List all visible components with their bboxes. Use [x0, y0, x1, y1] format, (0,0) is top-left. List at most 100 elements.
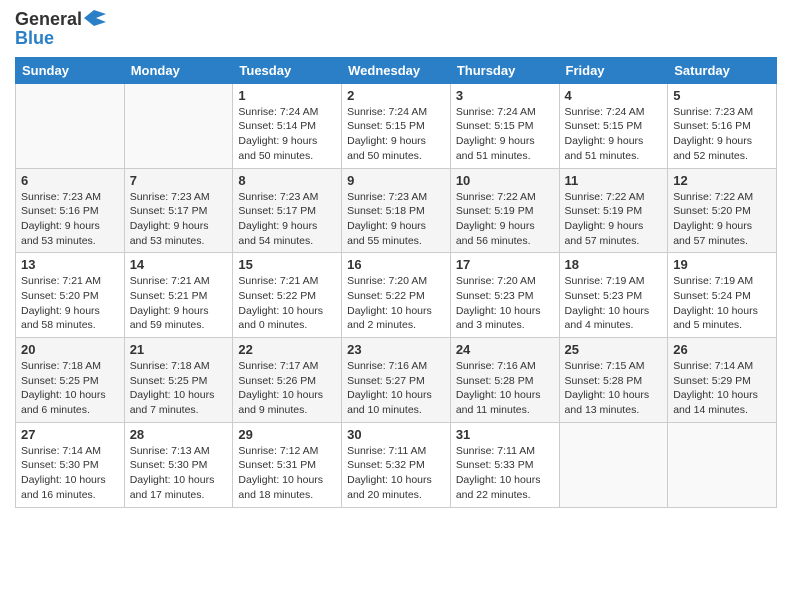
day-number: 17: [456, 257, 554, 272]
calendar-cell: 3 Sunrise: 7:24 AM Sunset: 5:15 PM Daylig…: [450, 83, 559, 168]
page-header: General Blue: [15, 10, 777, 49]
day-info: Sunrise: 7:16 AM Sunset: 5:27 PM Dayligh…: [347, 359, 445, 418]
day-info: Sunrise: 7:13 AM Sunset: 5:30 PM Dayligh…: [130, 444, 228, 503]
day-number: 5: [673, 88, 771, 103]
day-info: Sunrise: 7:18 AM Sunset: 5:25 PM Dayligh…: [21, 359, 119, 418]
day-info: Sunrise: 7:24 AM Sunset: 5:15 PM Dayligh…: [347, 105, 445, 164]
calendar-header-row: SundayMondayTuesdayWednesdayThursdayFrid…: [16, 57, 777, 83]
day-number: 16: [347, 257, 445, 272]
day-info: Sunrise: 7:19 AM Sunset: 5:23 PM Dayligh…: [565, 274, 663, 333]
day-number: 2: [347, 88, 445, 103]
day-number: 26: [673, 342, 771, 357]
day-number: 1: [238, 88, 336, 103]
calendar-cell: 8 Sunrise: 7:23 AM Sunset: 5:17 PM Daylig…: [233, 168, 342, 253]
calendar-week-5: 27 Sunrise: 7:14 AM Sunset: 5:30 PM Dayli…: [16, 422, 777, 507]
day-info: Sunrise: 7:23 AM Sunset: 5:18 PM Dayligh…: [347, 190, 445, 249]
logo-text: General: [15, 10, 82, 30]
day-number: 11: [565, 173, 663, 188]
day-number: 27: [21, 427, 119, 442]
calendar-cell: 12 Sunrise: 7:22 AM Sunset: 5:20 PM Dayli…: [668, 168, 777, 253]
day-info: Sunrise: 7:24 AM Sunset: 5:14 PM Dayligh…: [238, 105, 336, 164]
day-info: Sunrise: 7:22 AM Sunset: 5:19 PM Dayligh…: [565, 190, 663, 249]
page-container: General Blue SundayMondayTuesdayWednesda…: [0, 0, 792, 518]
calendar-cell: 1 Sunrise: 7:24 AM Sunset: 5:14 PM Daylig…: [233, 83, 342, 168]
day-number: 23: [347, 342, 445, 357]
day-info: Sunrise: 7:16 AM Sunset: 5:28 PM Dayligh…: [456, 359, 554, 418]
calendar-cell: 29Sunrise: 7:12 AM Sunset: 5:31 PM Dayli…: [233, 422, 342, 507]
day-number: 7: [130, 173, 228, 188]
day-info: Sunrise: 7:21 AM Sunset: 5:22 PM Dayligh…: [238, 274, 336, 333]
calendar-cell: 2 Sunrise: 7:24 AM Sunset: 5:15 PM Daylig…: [342, 83, 451, 168]
calendar-cell: 21Sunrise: 7:18 AM Sunset: 5:25 PM Dayli…: [124, 338, 233, 423]
day-info: Sunrise: 7:23 AM Sunset: 5:17 PM Dayligh…: [130, 190, 228, 249]
day-info: Sunrise: 7:20 AM Sunset: 5:22 PM Dayligh…: [347, 274, 445, 333]
day-info: Sunrise: 7:23 AM Sunset: 5:17 PM Dayligh…: [238, 190, 336, 249]
calendar-cell: [124, 83, 233, 168]
day-info: Sunrise: 7:23 AM Sunset: 5:16 PM Dayligh…: [673, 105, 771, 164]
calendar-cell: 28 Sunrise: 7:13 AM Sunset: 5:30 PM Dayli…: [124, 422, 233, 507]
weekday-header-saturday: Saturday: [668, 57, 777, 83]
calendar-cell: 30Sunrise: 7:11 AM Sunset: 5:32 PM Dayli…: [342, 422, 451, 507]
day-number: 4: [565, 88, 663, 103]
calendar-cell: 20 Sunrise: 7:18 AM Sunset: 5:25 PM Dayli…: [16, 338, 125, 423]
calendar-cell: 26 Sunrise: 7:14 AM Sunset: 5:29 PM Dayli…: [668, 338, 777, 423]
day-number: 22: [238, 342, 336, 357]
calendar-cell: 18 Sunrise: 7:19 AM Sunset: 5:23 PM Dayli…: [559, 253, 668, 338]
day-number: 14: [130, 257, 228, 272]
weekday-header-friday: Friday: [559, 57, 668, 83]
day-info: Sunrise: 7:21 AM Sunset: 5:21 PM Dayligh…: [130, 274, 228, 333]
day-number: 8: [238, 173, 336, 188]
calendar-cell: 16 Sunrise: 7:20 AM Sunset: 5:22 PM Dayli…: [342, 253, 451, 338]
day-info: Sunrise: 7:18 AM Sunset: 5:25 PM Dayligh…: [130, 359, 228, 418]
calendar-cell: 9 Sunrise: 7:23 AM Sunset: 5:18 PM Daylig…: [342, 168, 451, 253]
calendar-week-1: 1 Sunrise: 7:24 AM Sunset: 5:14 PM Daylig…: [16, 83, 777, 168]
calendar-table: SundayMondayTuesdayWednesdayThursdayFrid…: [15, 57, 777, 508]
calendar-cell: 4Sunrise: 7:24 AM Sunset: 5:15 PM Daylig…: [559, 83, 668, 168]
logo-bird-icon: [84, 10, 106, 26]
day-number: 20: [21, 342, 119, 357]
logo-blue: Blue: [15, 28, 106, 49]
calendar-cell: [559, 422, 668, 507]
day-number: 19: [673, 257, 771, 272]
day-number: 9: [347, 173, 445, 188]
day-info: Sunrise: 7:22 AM Sunset: 5:19 PM Dayligh…: [456, 190, 554, 249]
calendar-cell: 15 Sunrise: 7:21 AM Sunset: 5:22 PM Dayli…: [233, 253, 342, 338]
day-number: 10: [456, 173, 554, 188]
day-number: 18: [565, 257, 663, 272]
day-info: Sunrise: 7:14 AM Sunset: 5:30 PM Dayligh…: [21, 444, 119, 503]
calendar-cell: 13 Sunrise: 7:21 AM Sunset: 5:20 PM Dayli…: [16, 253, 125, 338]
calendar-cell: 27 Sunrise: 7:14 AM Sunset: 5:30 PM Dayli…: [16, 422, 125, 507]
calendar-cell: 7 Sunrise: 7:23 AM Sunset: 5:17 PM Daylig…: [124, 168, 233, 253]
calendar-cell: 6 Sunrise: 7:23 AM Sunset: 5:16 PM Daylig…: [16, 168, 125, 253]
calendar-cell: [668, 422, 777, 507]
calendar-week-2: 6 Sunrise: 7:23 AM Sunset: 5:16 PM Daylig…: [16, 168, 777, 253]
logo: General Blue: [15, 10, 106, 49]
day-info: Sunrise: 7:24 AM Sunset: 5:15 PM Dayligh…: [456, 105, 554, 164]
day-number: 24: [456, 342, 554, 357]
day-number: 3: [456, 88, 554, 103]
day-number: 12: [673, 173, 771, 188]
calendar-cell: 24 Sunrise: 7:16 AM Sunset: 5:28 PM Dayli…: [450, 338, 559, 423]
calendar-cell: 23 Sunrise: 7:16 AM Sunset: 5:27 PM Dayli…: [342, 338, 451, 423]
day-info: Sunrise: 7:21 AM Sunset: 5:20 PM Dayligh…: [21, 274, 119, 333]
calendar-cell: 11 Sunrise: 7:22 AM Sunset: 5:19 PM Dayli…: [559, 168, 668, 253]
day-info: Sunrise: 7:14 AM Sunset: 5:29 PM Dayligh…: [673, 359, 771, 418]
calendar-cell: [16, 83, 125, 168]
weekday-header-wednesday: Wednesday: [342, 57, 451, 83]
day-number: 6: [21, 173, 119, 188]
day-info: Sunrise: 7:19 AM Sunset: 5:24 PM Dayligh…: [673, 274, 771, 333]
day-number: 29: [238, 427, 336, 442]
day-number: 13: [21, 257, 119, 272]
calendar-cell: 31Sunrise: 7:11 AM Sunset: 5:33 PM Dayli…: [450, 422, 559, 507]
calendar-cell: 19 Sunrise: 7:19 AM Sunset: 5:24 PM Dayli…: [668, 253, 777, 338]
day-info: Sunrise: 7:11 AM Sunset: 5:32 PM Dayligh…: [347, 444, 445, 503]
day-number: 15: [238, 257, 336, 272]
calendar-cell: 5 Sunrise: 7:23 AM Sunset: 5:16 PM Daylig…: [668, 83, 777, 168]
day-info: Sunrise: 7:22 AM Sunset: 5:20 PM Dayligh…: [673, 190, 771, 249]
calendar-cell: 10 Sunrise: 7:22 AM Sunset: 5:19 PM Dayli…: [450, 168, 559, 253]
calendar-cell: 14 Sunrise: 7:21 AM Sunset: 5:21 PM Dayli…: [124, 253, 233, 338]
day-info: Sunrise: 7:17 AM Sunset: 5:26 PM Dayligh…: [238, 359, 336, 418]
weekday-header-monday: Monday: [124, 57, 233, 83]
day-info: Sunrise: 7:23 AM Sunset: 5:16 PM Dayligh…: [21, 190, 119, 249]
day-number: 28: [130, 427, 228, 442]
